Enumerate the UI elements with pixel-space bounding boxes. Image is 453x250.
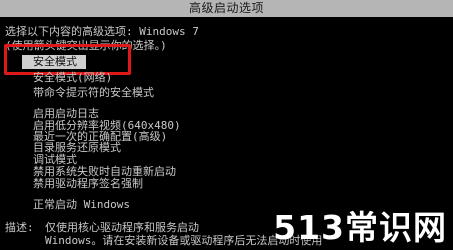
description-line-1: 仅使用核心驱动程序和服务启动	[45, 221, 199, 234]
description-label: 描述:	[5, 221, 34, 234]
watermark: 513常识网	[273, 208, 447, 247]
window-title: 高级启动选项	[188, 1, 264, 15]
menu-item-safe-mode-network[interactable]: 安全模式(网络)	[33, 71, 112, 84]
menu-item-safe-mode-cmd[interactable]: 带命令提示符的安全模式	[33, 86, 154, 99]
menu-item-start-normally[interactable]: 正常启动 Windows	[33, 198, 130, 211]
title-bar: 高级启动选项	[0, 0, 453, 17]
prompt-line-1: 选择以下内容的高级选项: Windows 7	[5, 25, 199, 38]
menu-item-disable-driver-signing[interactable]: 禁用驱动程序签名强制	[33, 177, 143, 190]
